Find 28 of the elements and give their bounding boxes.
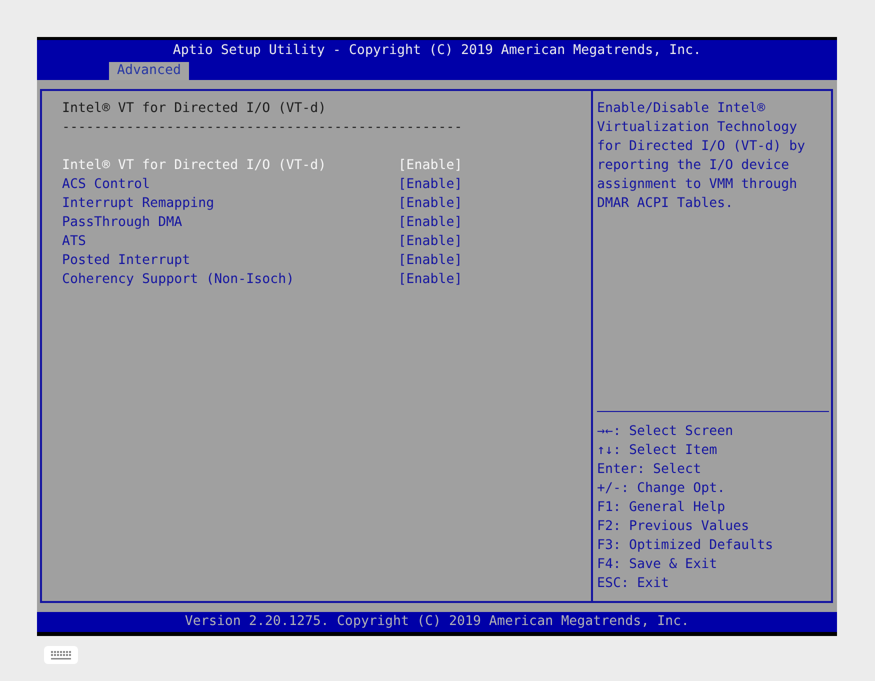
setting-value[interactable]: [Enable] (398, 213, 462, 232)
setting-label[interactable]: Coherency Support (Non-Isoch) (62, 270, 294, 289)
setting-value[interactable]: [Enable] (398, 194, 462, 213)
setting-label[interactable]: ACS Control (62, 175, 150, 194)
menu-tab[interactable]: Advanced (109, 62, 190, 80)
key-hint: +/-: Change Opt. (597, 480, 726, 498)
keyboard-icon[interactable] (44, 646, 78, 664)
setting-value[interactable]: [Enable] (398, 251, 462, 270)
key-hint: ↑↓: Select Item (597, 442, 718, 460)
help-text: Enable/Disable Intel® Virtualization Technology for Directed I/O (VT-d) by reporting the I/O device assignment to VMM through DMAR ACPI Tables. (597, 100, 806, 213)
section-title: Intel® VT for Directed I/O (VT-d) (62, 100, 328, 118)
setting-label[interactable]: PassThrough DMA (62, 213, 182, 232)
setting-label[interactable]: Interrupt Remapping (62, 194, 214, 213)
setting-value[interactable]: [Enable] (398, 232, 462, 251)
setting-value[interactable]: [Enable] (398, 270, 462, 289)
dash-separator: -------------------------------------------------- (62, 119, 464, 137)
key-hint: Enter: Select (597, 461, 702, 479)
key-hint: F1: General Help (597, 499, 726, 517)
key-hint: ESC: Exit (597, 575, 670, 593)
key-hint: F2: Previous Values (597, 518, 750, 536)
version-text: Version 2.20.1275. Copyright (C) 2019 American Megatrends, Inc. (184, 613, 690, 631)
setting-value[interactable]: [Enable] (398, 175, 462, 194)
key-hint: F3: Optimized Defaults (597, 537, 774, 555)
key-hint: F4: Save & Exit (597, 556, 718, 574)
setting-label[interactable]: ATS (62, 232, 86, 251)
setting-label[interactable]: Posted Interrupt (62, 251, 190, 270)
window-title: Aptio Setup Utility - Copyright (C) 2019 American Megatrends, Inc. (172, 42, 702, 60)
key-hint: →←: Select Screen (597, 423, 734, 441)
